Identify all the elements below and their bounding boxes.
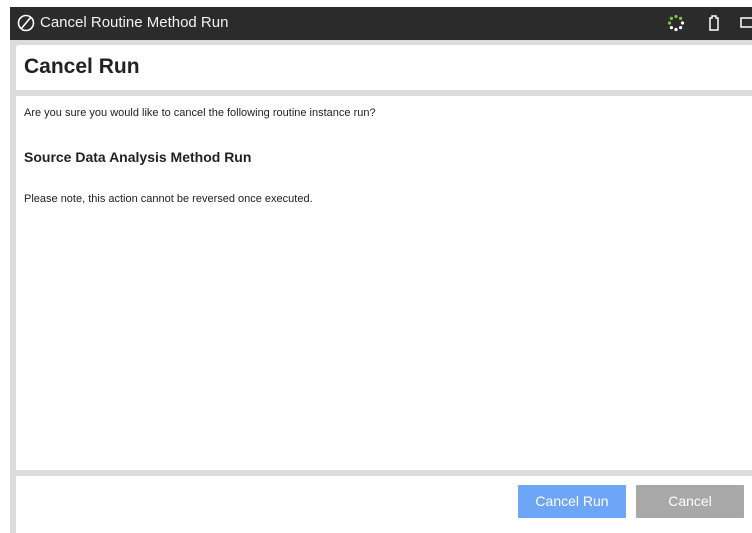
confirmation-question: Are you sure you would like to cancel th… (24, 107, 376, 119)
spinner-icon (666, 13, 686, 33)
app-logo-icon (16, 13, 36, 33)
dialog-footer: Cancel Run Cancel (16, 476, 752, 533)
window-title: Cancel Routine Method Run (40, 14, 229, 31)
clipboard-icon[interactable] (704, 13, 724, 33)
dialog-body: Are you sure you would like to cancel th… (16, 96, 752, 470)
run-name: Source Data Analysis Method Run (24, 149, 252, 165)
dialog-window: Cancel Routine Method Run Cancel Run Are… (10, 7, 752, 533)
dialog-header: Cancel Run (16, 45, 752, 90)
cancel-run-button[interactable]: Cancel Run (518, 485, 626, 518)
irreversible-note: Please note, this action cannot be rever… (24, 193, 313, 205)
title-bar: Cancel Routine Method Run (10, 7, 752, 40)
window-more-icon[interactable] (740, 13, 752, 33)
dialog-heading: Cancel Run (24, 55, 140, 78)
cancel-button[interactable]: Cancel (636, 485, 744, 518)
